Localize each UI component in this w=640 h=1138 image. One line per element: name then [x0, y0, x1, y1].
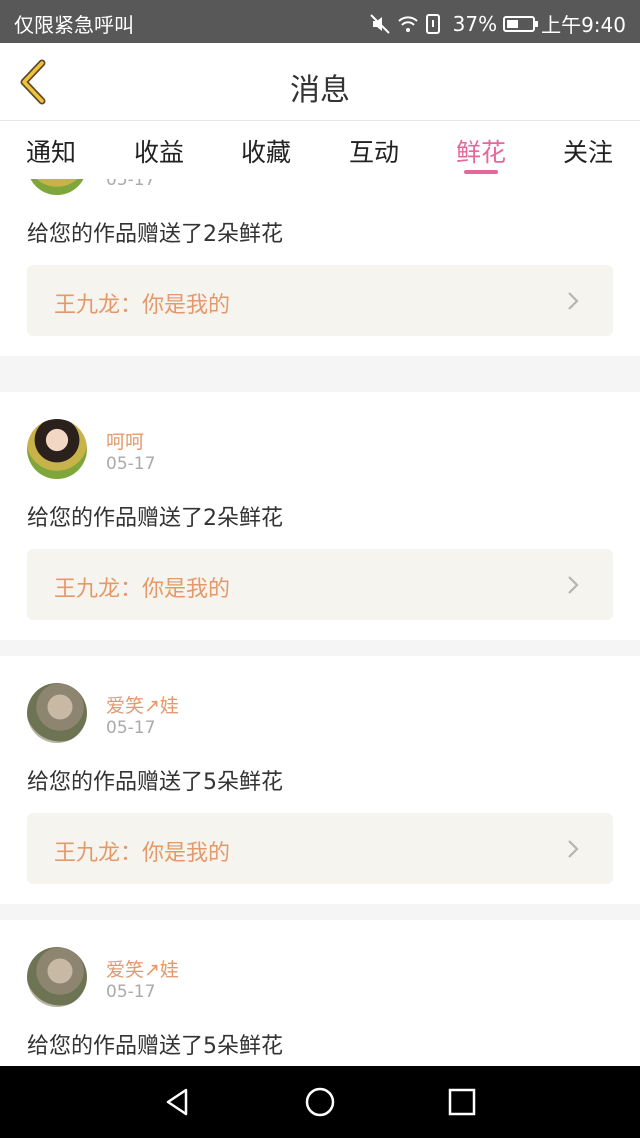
- avatar[interactable]: [27, 419, 87, 479]
- work-quote: 王九龙：你是我的: [54, 293, 231, 318]
- back-triangle-icon[interactable]: [162, 1086, 194, 1118]
- page-title: 消息: [290, 73, 350, 108]
- status-icons: 37% 上午9:40: [369, 9, 626, 38]
- message-date: 05-17: [106, 982, 156, 1002]
- tab-flowers[interactable]: 鲜花: [456, 133, 506, 169]
- tab-earnings[interactable]: 收益: [134, 133, 184, 169]
- chevron-right-icon: [568, 840, 579, 858]
- message-list[interactable]: 05-17 给您的作品赠送了2朵鲜花 王九龙：你是我的 呵呵 05-17 给您的…: [0, 179, 640, 1066]
- message-date: 05-17: [106, 718, 156, 738]
- chevron-right-icon: [568, 576, 579, 594]
- tab-bar: 通知 收益 收藏 互动 鲜花 关注: [0, 121, 640, 179]
- message-text: 给您的作品赠送了5朵鲜花: [27, 770, 283, 795]
- status-bar: 仅限紧急呼叫 37% 上午9:40: [0, 0, 640, 43]
- user-name[interactable]: 爱笑↗娃: [106, 955, 179, 982]
- tab-favorites[interactable]: 收藏: [241, 133, 291, 169]
- battery-icon: [503, 15, 539, 32]
- work-link[interactable]: 王九龙：你是我的: [27, 549, 613, 620]
- message-date: 05-17: [106, 179, 156, 190]
- list-item[interactable]: 呵呵 05-17 给您的作品赠送了2朵鲜花 王九龙：你是我的: [0, 392, 640, 640]
- list-item[interactable]: 05-17 给您的作品赠送了2朵鲜花 王九龙：你是我的: [0, 179, 640, 356]
- home-circle-icon[interactable]: [304, 1086, 336, 1118]
- clock: 上午9:40: [541, 13, 626, 37]
- chevron-right-icon: [568, 292, 579, 310]
- user-name[interactable]: 爱笑↗娃: [106, 691, 179, 718]
- avatar[interactable]: [27, 947, 87, 1007]
- avatar[interactable]: [27, 179, 87, 195]
- tab-interaction[interactable]: 互动: [349, 133, 399, 169]
- battery-percent: 37%: [452, 11, 498, 36]
- message-text: 给您的作品赠送了2朵鲜花: [27, 222, 283, 247]
- app-header: 消息: [0, 43, 640, 121]
- avatar[interactable]: [27, 683, 87, 743]
- message-text: 给您的作品赠送了2朵鲜花: [27, 506, 283, 531]
- work-link[interactable]: 王九龙：你是我的: [27, 265, 613, 336]
- recents-square-icon[interactable]: [446, 1086, 478, 1118]
- work-quote: 王九龙：你是我的: [54, 841, 231, 866]
- work-link[interactable]: 王九龙：你是我的: [27, 813, 613, 884]
- message-date: 05-17: [106, 454, 156, 474]
- carrier-text: 仅限紧急呼叫: [14, 13, 134, 37]
- work-quote: 王九龙：你是我的: [54, 577, 231, 602]
- list-item[interactable]: 爱笑↗娃 05-17 给您的作品赠送了5朵鲜花: [0, 920, 640, 1066]
- user-name[interactable]: 呵呵: [106, 427, 144, 454]
- message-text: 给您的作品赠送了5朵鲜花: [27, 1034, 283, 1059]
- system-nav-bar: [0, 1066, 640, 1138]
- wifi-icon: [397, 13, 419, 35]
- tab-follow[interactable]: 关注: [563, 133, 613, 169]
- list-item[interactable]: 爱笑↗娃 05-17 给您的作品赠送了5朵鲜花 王九龙：你是我的: [0, 656, 640, 904]
- active-tab-indicator: [464, 170, 498, 174]
- mute-icon: [369, 13, 391, 35]
- tab-notice[interactable]: 通知: [26, 133, 76, 169]
- sim-icon: [425, 13, 447, 35]
